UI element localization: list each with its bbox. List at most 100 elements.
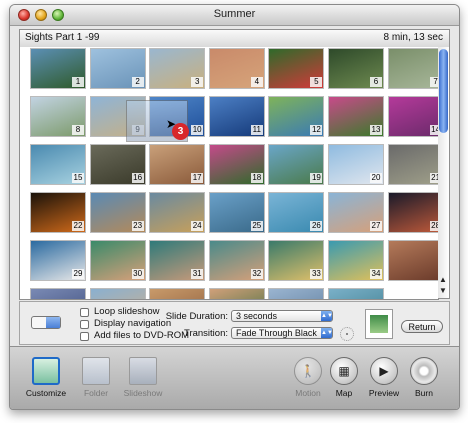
photo-thumbnail[interactable]: 28	[387, 192, 438, 233]
folder-button[interactable]: Folder	[76, 357, 116, 398]
map-icon: ▦	[330, 357, 358, 385]
customize-button[interactable]: Customize	[24, 357, 68, 398]
photo-number: 26	[310, 221, 323, 231]
photo-thumbnail[interactable]: 15	[30, 144, 86, 185]
photo-number: 3	[191, 77, 204, 87]
photo-thumbnail[interactable]: 33	[268, 240, 325, 281]
photo-number: 31	[191, 269, 204, 279]
photo-thumbnail[interactable]: 34	[328, 240, 384, 281]
scrollbar-thumb[interactable]	[439, 49, 448, 133]
slideshow-icon	[129, 357, 157, 385]
photo-thumbnail[interactable]	[208, 288, 265, 299]
photo-thumbnail[interactable]	[30, 288, 86, 299]
photo-number: 5	[310, 77, 323, 87]
slide-duration-value: 3 seconds	[236, 311, 278, 321]
photo-number: 15	[72, 173, 84, 183]
transition-direction-control[interactable]	[340, 327, 354, 341]
photo-number: 17	[191, 173, 204, 183]
photo-thumbnail[interactable]: 20	[328, 144, 384, 185]
folder-icon	[82, 357, 110, 385]
photo-thumbnail[interactable]: 29	[30, 240, 86, 281]
photo-thumbnail[interactable]	[89, 288, 146, 299]
motion-icon: 🚶	[294, 357, 322, 385]
add-files-dvd-checkbox[interactable]	[80, 332, 89, 341]
photo-grid[interactable]: 3433323130292827262524232221201918171615…	[19, 47, 439, 300]
photo-thumbnail[interactable]: 17	[149, 144, 206, 185]
photo-thumbnail[interactable]: 32	[208, 240, 265, 281]
photo-thumbnail[interactable]: 31	[149, 240, 206, 281]
scroll-down-arrow-icon[interactable]: ▼	[439, 286, 447, 295]
slideshow-button[interactable]: Slideshow	[120, 357, 166, 398]
burn-button[interactable]: Burn	[410, 357, 438, 398]
vertical-scrollbar[interactable]: ▲ ▼	[438, 47, 450, 299]
photo-thumbnail[interactable]	[268, 288, 325, 299]
photo-number: 27	[370, 221, 382, 231]
photo-number: 16	[131, 173, 144, 183]
idvd-window: Summer Sights Part 1 -99 8 min, 13 sec 3…	[9, 4, 460, 410]
transition-value: Fade Through Black	[236, 328, 317, 338]
popup-arrows-icon: ▲▼	[321, 328, 333, 338]
photo-thumbnail[interactable]: 19	[268, 144, 325, 185]
photo-thumbnail[interactable]: 18	[208, 144, 265, 185]
customize-icon	[32, 357, 60, 385]
photo-thumbnail[interactable]: 12	[268, 96, 325, 137]
preview-button[interactable]: ▶ Preview	[368, 357, 400, 398]
burn-icon	[410, 357, 438, 385]
loop-slideshow-label: Loop slideshow	[94, 306, 160, 317]
photo-number: 23	[131, 221, 144, 231]
slide-duration-popup[interactable]: 3 seconds ▲▼	[231, 310, 333, 322]
photo-thumbnail[interactable]: 26	[268, 192, 325, 233]
photo-number: 18	[250, 173, 263, 183]
photo-thumbnail[interactable]: 5	[268, 48, 325, 89]
photo-thumbnail[interactable]: 2	[89, 48, 146, 89]
photo-number: 34	[370, 269, 382, 279]
photo-thumbnail[interactable]: 14	[387, 96, 438, 137]
title-bar: Summer	[10, 5, 459, 26]
photo-thumbnail[interactable]	[328, 288, 384, 299]
play-icon: ▶	[370, 357, 398, 385]
thumbnail-size-toggle[interactable]	[31, 316, 61, 329]
drag-count-badge: 3	[172, 123, 189, 140]
photo-thumbnail[interactable]: 11	[208, 96, 265, 137]
bottom-toolbar: Customize Folder Slideshow 🚶 Motion ▦ Ma…	[10, 346, 459, 409]
photo-thumbnail[interactable]: 3	[149, 48, 206, 89]
photo-thumbnail[interactable]: 13	[328, 96, 384, 137]
photo-thumbnail[interactable]: 25	[208, 192, 265, 233]
photo-thumbnail[interactable]: 30	[89, 240, 146, 281]
motion-button[interactable]: 🚶 Motion	[292, 357, 324, 398]
photo-number: 24	[191, 221, 204, 231]
map-button[interactable]: ▦ Map	[330, 357, 358, 398]
slide-preview-thumbnail[interactable]	[365, 309, 393, 339]
photo-number: 11	[250, 125, 263, 135]
loop-slideshow-checkbox[interactable]	[80, 308, 89, 317]
return-button[interactable]: Return	[401, 320, 443, 333]
photo-thumbnail[interactable]: 6	[328, 48, 384, 89]
photo-number: 33	[310, 269, 323, 279]
photo-thumbnail[interactable]: 23	[89, 192, 146, 233]
slideshow-info-bar: Sights Part 1 -99 8 min, 13 sec	[19, 29, 450, 48]
photo-thumbnail[interactable]: 1	[30, 48, 86, 89]
photo-thumbnail[interactable]	[149, 288, 206, 299]
transition-popup[interactable]: Fade Through Black ▲▼	[231, 327, 333, 339]
photo-thumbnail[interactable]: 24	[149, 192, 206, 233]
photo-number: 1	[72, 77, 84, 87]
photo-number: 13	[370, 125, 382, 135]
slide-duration-label: Slide Duration:	[165, 311, 228, 322]
photo-number: 20	[370, 173, 382, 183]
photo-thumbnail[interactable]: 16	[89, 144, 146, 185]
photo-thumbnail[interactable]: 22	[30, 192, 86, 233]
photo-number: 12	[310, 125, 323, 135]
photo-thumbnail[interactable]	[387, 240, 438, 281]
photo-number: 25	[250, 221, 263, 231]
album-name: Sights Part 1 -99	[25, 32, 100, 43]
photo-thumbnail[interactable]: 7	[387, 48, 438, 89]
photo-thumbnail[interactable]: 4	[208, 48, 265, 89]
display-navigation-checkbox[interactable]	[80, 320, 89, 329]
photo-number: 4	[250, 77, 263, 87]
photo-thumbnail[interactable]: 8	[30, 96, 86, 137]
photo-number: 6	[370, 77, 382, 87]
popup-arrows-icon: ▲▼	[321, 311, 333, 321]
scroll-up-arrow-icon[interactable]: ▲	[439, 275, 447, 284]
photo-thumbnail[interactable]: 21	[387, 144, 438, 185]
photo-thumbnail[interactable]: 27	[328, 192, 384, 233]
